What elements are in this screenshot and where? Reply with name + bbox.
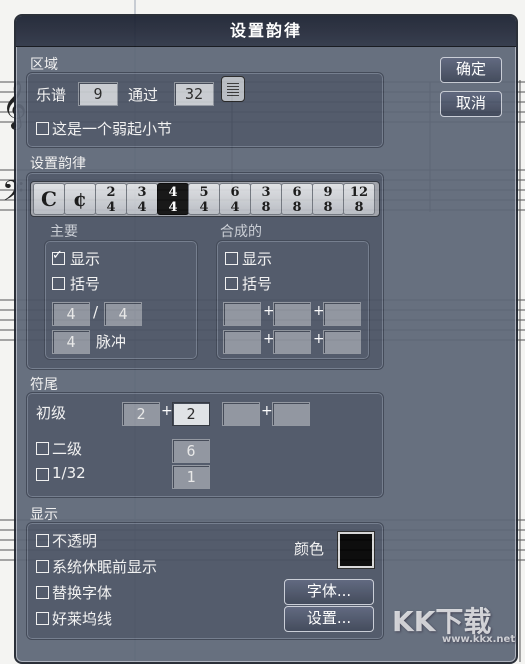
numerator-input[interactable]: 4 (52, 302, 90, 326)
display-section-label: 显示 (30, 507, 58, 523)
font-button[interactable]: 字体... (284, 579, 374, 605)
settings-button[interactable]: 设置... (284, 606, 374, 632)
time-sig-5-4[interactable]: 54 (188, 183, 220, 215)
time-sig-12-8[interactable]: 12 8 (343, 183, 375, 215)
thirtysecond-beam-input[interactable]: 1 (172, 465, 210, 489)
slash-separator: / (93, 303, 99, 321)
plus-icon: + (261, 403, 273, 419)
secondary-beam-input[interactable]: 6 (172, 439, 210, 463)
measure-select-icon[interactable] (221, 76, 245, 102)
composite-label: 合成的 (220, 224, 262, 240)
beaming-section-label: 符尾 (30, 377, 58, 393)
time-sig-6-8[interactable]: 68 (281, 183, 313, 215)
pickup-measure-checkbox[interactable] (36, 122, 49, 135)
plus-icon: + (161, 403, 173, 419)
watermark-logo: KK下载 www.kkx.net (392, 605, 516, 645)
hollywood-label: 好莱坞线 (52, 610, 113, 628)
time-sig-cut[interactable]: ¢ (64, 183, 96, 215)
primary-show-label: 显示 (70, 250, 101, 268)
thirtysecond-beam-label: 1/32 (52, 464, 86, 482)
primary-beam-input-3[interactable] (222, 402, 260, 426)
primary-label: 主要 (50, 224, 78, 240)
hollywood-checkbox[interactable] (36, 612, 49, 625)
primary-bracket-checkbox[interactable] (52, 277, 65, 290)
time-sig-9-8[interactable]: 98 (312, 183, 344, 215)
composite-bottom-2[interactable] (273, 330, 311, 354)
color-label: 颜色 (294, 540, 325, 558)
cancel-button[interactable]: 取消 (440, 91, 502, 117)
secondary-beam-checkbox[interactable] (36, 442, 49, 455)
time-sig-6-4[interactable]: 64 (219, 183, 251, 215)
set-meter-dialog: 设置韵律 确定 取消 区域 乐谱 9 通过 32 这是一个弱起小节 设置韵律 C… (14, 14, 518, 664)
pulse-input[interactable]: 4 (52, 330, 90, 354)
dialog-title[interactable]: 设置韵律 (16, 16, 516, 47)
alt-font-checkbox[interactable] (36, 586, 49, 599)
primary-beam-label: 初级 (36, 404, 67, 422)
composite-top-3[interactable] (323, 302, 361, 326)
score-start-input[interactable]: 9 (78, 82, 118, 106)
composite-show-label: 显示 (242, 250, 273, 268)
score-label: 乐谱 (36, 86, 67, 104)
composite-top-1[interactable] (223, 302, 261, 326)
primary-show-checkbox[interactable] (52, 248, 65, 265)
primary-beam-input-2[interactable]: 2 (172, 402, 210, 426)
time-sig-3-4[interactable]: 34 (126, 183, 158, 215)
secondary-beam-label: 二级 (52, 440, 83, 458)
time-sig-4-4[interactable]: 44 (157, 183, 189, 215)
primary-beam-input-4[interactable] (272, 402, 310, 426)
primary-beam-input-1[interactable]: 2 (122, 402, 160, 426)
opaque-label: 不透明 (52, 532, 98, 550)
show-before-rest-checkbox[interactable] (36, 560, 49, 573)
denominator-input[interactable]: 4 (104, 302, 142, 326)
primary-bracket-label: 括号 (70, 275, 101, 293)
alt-font-label: 替换字体 (52, 584, 113, 602)
composite-bracket-label: 括号 (242, 275, 273, 293)
through-label: 通过 (128, 86, 159, 104)
composite-bottom-1[interactable] (223, 330, 261, 354)
region-section-label: 区域 (30, 57, 58, 73)
show-before-rest-label: 系统休眠前显示 (52, 558, 158, 576)
meter-section-label: 设置韵律 (30, 156, 86, 172)
pulse-label: 脉冲 (96, 333, 127, 351)
color-swatch[interactable] (338, 532, 374, 568)
pickup-measure-label: 这是一个弱起小节 (52, 120, 173, 138)
score-end-input[interactable]: 32 (174, 82, 214, 106)
time-sig-2-4[interactable]: 24 (95, 183, 127, 215)
opaque-checkbox[interactable] (36, 534, 49, 547)
composite-show-checkbox[interactable] (225, 252, 238, 265)
composite-top-2[interactable] (273, 302, 311, 326)
composite-bottom-3[interactable] (323, 330, 361, 354)
composite-bracket-checkbox[interactable] (225, 277, 238, 290)
time-sig-common[interactable]: C (33, 183, 65, 215)
time-sig-3-8[interactable]: 38 (250, 183, 282, 215)
ok-button[interactable]: 确定 (440, 57, 502, 83)
thirtysecond-beam-checkbox[interactable] (36, 468, 49, 481)
